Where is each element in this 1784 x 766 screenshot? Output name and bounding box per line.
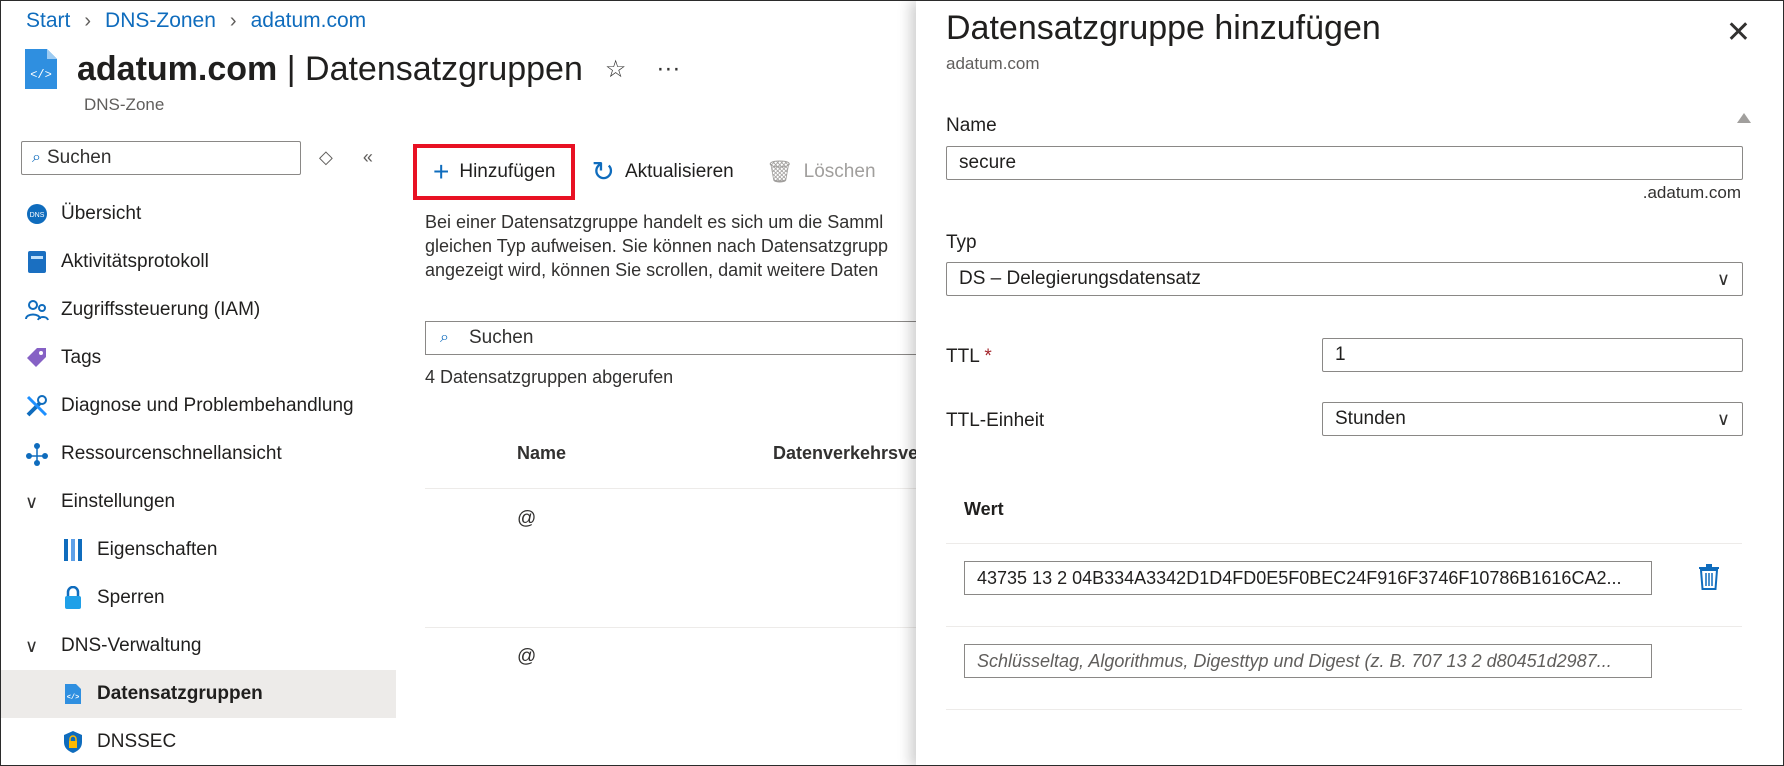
type-label: Typ — [946, 232, 977, 253]
row-divider — [425, 488, 945, 489]
lock-icon — [61, 586, 85, 610]
name-suffix: .adatum.com — [1642, 183, 1741, 202]
breadcrumb-start[interactable]: Start — [26, 9, 70, 33]
search-icon: ⌕ — [440, 329, 449, 346]
column-header-name[interactable]: Name — [517, 443, 566, 464]
expand-collapse-icon[interactable]: ◇ — [319, 147, 333, 168]
sidebar-item-locks[interactable]: Sperren — [1, 574, 396, 622]
refresh-button[interactable]: ↻ Aktualisieren — [575, 144, 749, 200]
tag-icon — [25, 346, 49, 370]
sidebar-item-record-sets[interactable]: </> Datensatzgruppen — [1, 670, 396, 718]
refresh-icon: ↻ — [591, 156, 615, 187]
page-subtitle: DNS-Zone — [84, 95, 165, 114]
sidebar-search-input[interactable]: ⌕ Suchen — [21, 141, 301, 175]
activity-log-icon — [25, 250, 49, 274]
delete-button[interactable]: 🗑 Löschen — [750, 144, 892, 200]
breadcrumb-dns-zones[interactable]: DNS-Zonen — [105, 9, 216, 33]
star-icon[interactable]: ☆ — [605, 55, 627, 84]
value-row: 43735 13 2 04B334A3342D1D4FD0E5F0BEC24F9… — [946, 544, 1742, 627]
close-icon[interactable]: ✕ — [1726, 15, 1751, 50]
collapse-sidebar-icon[interactable]: « — [363, 147, 373, 168]
sidebar-item-tags[interactable]: Tags — [1, 334, 396, 382]
sidebar-item-overview[interactable]: DNS Übersicht — [1, 190, 396, 238]
description-text: Bei einer Datensatzgruppe handelt es sic… — [425, 212, 888, 280]
wrench-icon — [25, 394, 49, 418]
result-count: 4 Datensatzgruppen abgerufen — [425, 367, 674, 387]
sidebar-item-resource-visualizer[interactable]: Ressourcenschnellansicht — [1, 430, 396, 478]
search-icon: ⌕ — [32, 149, 41, 166]
record-sets-icon: </> — [61, 682, 85, 706]
sidebar-item-diagnose[interactable]: Diagnose und Problembehandlung — [1, 382, 396, 430]
plus-icon: + — [433, 156, 450, 187]
ttl-label: TTL * — [946, 346, 992, 367]
column-header-traffic[interactable]: Datenverkehrsve — [773, 443, 918, 464]
more-options-icon[interactable]: ··· — [656, 55, 680, 83]
breadcrumb-zone[interactable]: adatum.com — [251, 9, 367, 33]
panel-title: Datensatzgruppe hinzufügen — [946, 9, 1381, 47]
chevron-down-icon: ∨ — [1716, 409, 1730, 429]
ttl-unit-select[interactable]: Stunden ∨ — [1322, 402, 1743, 436]
sidebar-item-iam[interactable]: Zugriffssteuerung (IAM) — [1, 286, 396, 334]
name-input[interactable]: secure — [946, 146, 1743, 180]
sidebar-nav: DNS Übersicht Aktivitätsprotokoll Zugrif… — [1, 190, 396, 765]
breadcrumb: Start › DNS-Zonen › adatum.com — [26, 9, 366, 33]
chevron-right-icon: › — [84, 9, 92, 32]
resource-visualizer-icon — [25, 442, 49, 466]
table-row-name[interactable]: @ — [517, 508, 536, 530]
page-title: adatum.com | Datensatzgruppen — [77, 49, 583, 88]
trash-icon: 🗑 — [765, 159, 794, 184]
sidebar-item-properties[interactable]: Eigenschaften — [1, 526, 396, 574]
panel-subtitle: adatum.com — [946, 54, 1040, 73]
ttl-input[interactable]: 1 — [1322, 338, 1743, 372]
add-button[interactable]: + Hinzufügen — [413, 144, 576, 200]
svg-text:</>: </> — [67, 694, 80, 702]
record-search-input[interactable]: ⌕ Suchen — [425, 321, 945, 355]
chevron-down-icon: ∨ — [25, 635, 39, 656]
chevron-right-icon: › — [229, 9, 237, 32]
dns-zone-file-icon: </> — [25, 49, 57, 89]
value-input[interactable]: 43735 13 2 04B334A3342D1D4FD0E5F0BEC24F9… — [964, 561, 1652, 595]
value-grid-header: Wert — [946, 479, 1742, 544]
delete-row-icon[interactable] — [1698, 564, 1720, 590]
properties-icon — [61, 538, 85, 562]
sidebar-item-dnssec[interactable]: DNSSEC — [1, 718, 396, 765]
name-label: Name — [946, 115, 997, 136]
value-input-empty[interactable]: Schlüsseltag, Algorithmus, Digesttyp und… — [964, 644, 1652, 678]
app-window: Start › DNS-Zonen › adatum.com </> adatu… — [0, 0, 1784, 766]
dns-overview-icon: DNS — [25, 202, 49, 226]
chevron-down-icon: ∨ — [25, 491, 39, 512]
chevron-down-icon: ∨ — [1716, 269, 1730, 289]
command-bar: + Hinzufügen ↻ Aktualisieren 🗑 Löschen — [413, 144, 892, 200]
row-divider — [425, 627, 945, 628]
svg-text:</>: </> — [30, 68, 52, 82]
sidebar-group-settings[interactable]: ∨ Einstellungen — [1, 478, 396, 526]
iam-icon — [25, 298, 49, 322]
add-record-set-panel: Datensatzgruppe hinzufügen adatum.com ✕ … — [916, 1, 1783, 765]
scroll-up-arrow[interactable] — [1737, 113, 1751, 123]
page-header: </> adatum.com | Datensatzgruppen ☆ ··· — [21, 47, 680, 91]
ttl-unit-label: TTL-Einheit — [946, 410, 1045, 431]
shield-lock-icon — [61, 730, 85, 754]
sidebar-group-dns-management[interactable]: ∨ DNS-Verwaltung — [1, 622, 396, 670]
sidebar-item-activity-log[interactable]: Aktivitätsprotokoll — [1, 238, 396, 286]
svg-text:DNS: DNS — [30, 212, 45, 219]
value-row-empty: Schlüsseltag, Algorithmus, Digesttyp und… — [946, 627, 1742, 710]
type-select[interactable]: DS – Delegierungsdatensatz ∨ — [946, 262, 1743, 296]
table-row-name[interactable]: @ — [517, 646, 536, 668]
